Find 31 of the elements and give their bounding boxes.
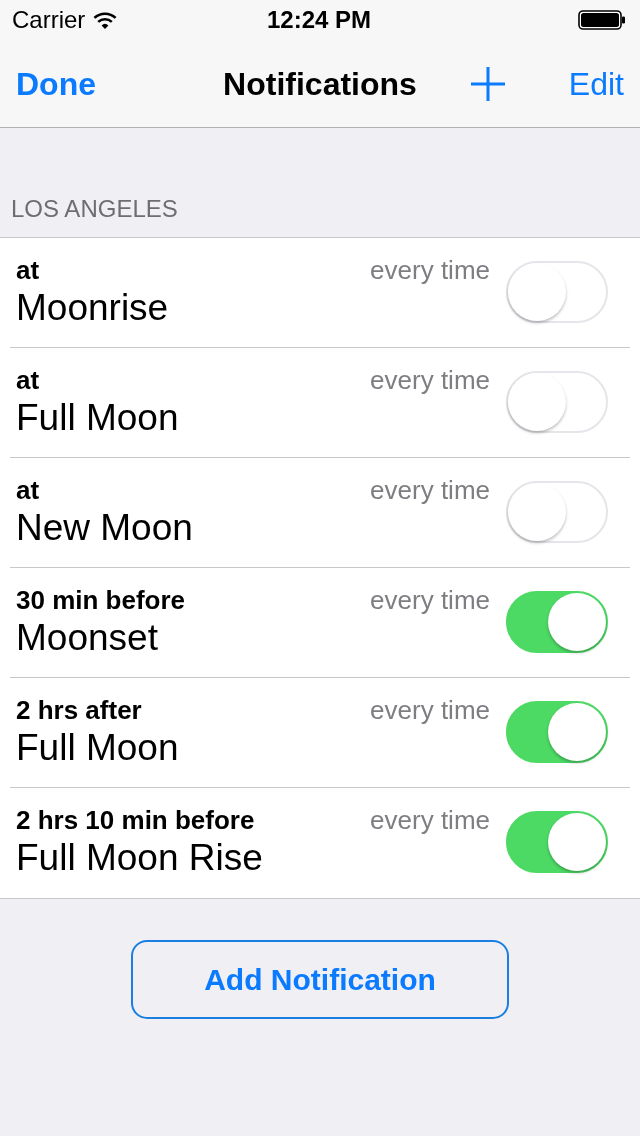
notification-offset: 2 hrs 10 min before [16,804,255,836]
section-header: LOS ANGELES [11,195,178,222]
notification-offset: at [16,474,40,506]
notification-event: Full Moon [16,396,179,440]
notification-event: Full Moon [16,726,179,770]
status-time: 12:24 PM [266,6,372,34]
repeat-label: every time [370,364,490,396]
done-button[interactable]: Done [16,65,96,103]
plus-icon[interactable] [470,67,505,101]
toggle-switch[interactable] [506,701,608,763]
wifi-icon [93,11,118,29]
add-notification-button[interactable]: Add Notification [131,940,509,1019]
screen-title: Notifications [223,65,417,103]
notification-event: Moonset [16,616,158,660]
repeat-label: every time [370,804,490,836]
carrier-label: Carrier [12,6,86,34]
notification-event: Moonrise [16,286,169,330]
toggle-switch[interactable] [506,811,608,873]
edit-button[interactable]: Edit [568,65,624,103]
notification-offset: 30 min before [16,584,186,616]
repeat-label: every time [370,474,490,506]
repeat-label: every time [370,694,490,726]
notification-event: Full Moon Rise [16,836,263,880]
toggle-switch[interactable] [506,591,608,653]
notification-offset: 2 hrs after [16,694,142,726]
notification-offset: at [16,254,40,286]
notification-event: New Moon [16,506,193,550]
repeat-label: every time [370,254,490,286]
battery-icon [578,10,626,30]
notification-offset: at [16,364,40,396]
repeat-label: every time [370,584,490,616]
